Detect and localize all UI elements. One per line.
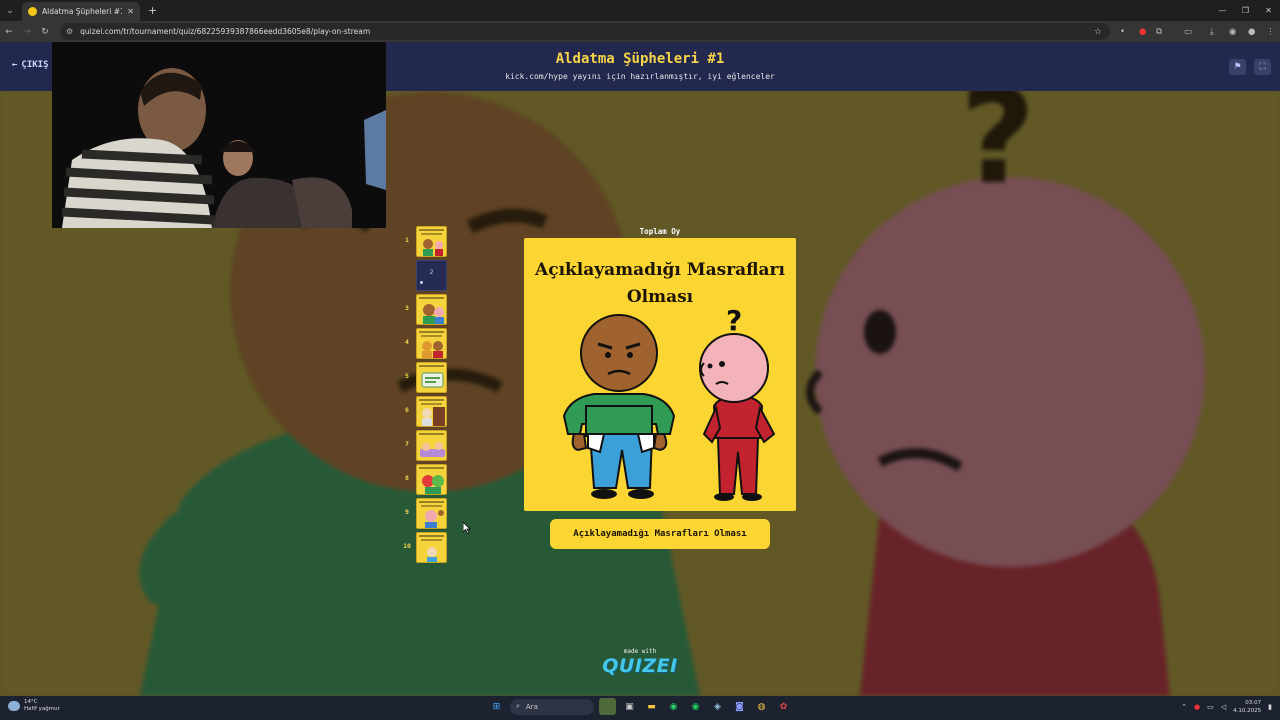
taskbar-search[interactable]: ⌕ Ara [510, 698, 594, 715]
answer-option-button[interactable]: Açıklayamadığı Masrafları Olması [550, 519, 770, 549]
webcam-overlay [52, 42, 386, 228]
network-icon[interactable]: ▭ [1207, 703, 1214, 711]
rank-number: 8 [405, 474, 409, 482]
rank-thumbnail [416, 532, 447, 563]
spotify-icon[interactable]: ◉ [687, 698, 704, 715]
whatsapp-icon[interactable]: ◉ [665, 698, 682, 715]
menu-dots-icon[interactable]: ⋮ [1266, 21, 1275, 42]
site-info-icon[interactable]: ⚙ [66, 27, 73, 36]
dot-icon [420, 281, 423, 284]
rank-item-3[interactable]: 3 [400, 294, 450, 325]
widgets-icon[interactable] [599, 698, 616, 715]
rain-cloud-icon [8, 701, 20, 711]
made-with-label: made with [623, 648, 657, 655]
rank-item-6[interactable]: 6 [400, 396, 450, 427]
current-option-card[interactable]: Açıklayamadığı Masrafları Olması ? [524, 238, 796, 511]
rank-thumbnail [416, 328, 447, 359]
browser-tab[interactable]: Aldatma Şüpheleri #1 - Quizei ✕ [22, 2, 140, 21]
extension-dot-icon[interactable]: • [1120, 21, 1125, 42]
steam-icon[interactable]: ◈ [709, 698, 726, 715]
rank-thumbnail [416, 396, 447, 427]
rank-number: 5 [405, 372, 409, 380]
tray-chevron-icon[interactable]: ⌃ [1181, 703, 1187, 711]
total-votes-label: Toplam Oy [639, 227, 681, 236]
cast-icon[interactable]: ▭ [1184, 21, 1192, 42]
forward-arrow-icon[interactable]: → [18, 21, 36, 42]
new-tab-icon[interactable]: + [148, 4, 157, 17]
rank-thumbnail-empty: 2 [416, 260, 447, 291]
card-illustration: ? [562, 304, 776, 501]
clock-time: 03:07 [1245, 700, 1262, 706]
rank-number: 6 [405, 406, 409, 414]
reload-icon[interactable]: ↻ [36, 21, 54, 42]
close-tab-icon[interactable]: ✕ [127, 7, 134, 16]
url-text: quizei.com/tr/tournament/quiz/6822593938… [80, 27, 371, 36]
profile-icon[interactable]: ◉ [1229, 21, 1236, 42]
clock-date: 4.10.2025 [1233, 708, 1262, 714]
fullscreen-icon[interactable]: ⛶ [1254, 59, 1271, 75]
rank-thumbnail [416, 362, 447, 393]
rank-thumbnail [416, 430, 447, 461]
maximize-icon[interactable]: ❐ [1234, 0, 1257, 21]
quizei-logo[interactable]: QUIZEI [600, 655, 680, 677]
weather-desc: Hafif yağmur [24, 706, 60, 712]
rank-number: 10 [403, 542, 411, 550]
rank-number: 4 [405, 338, 409, 346]
bookmark-star-icon[interactable]: ☆ [1094, 27, 1102, 37]
rank-number: 2 [429, 269, 434, 276]
rank-thumbnail [416, 498, 447, 529]
weather-temp: 14°C [24, 699, 38, 705]
extensions-puzzle-icon[interactable]: ⧉ [1156, 21, 1162, 42]
weather-widget[interactable]: 14°C Hafif yağmur [8, 699, 60, 713]
microphone-icon[interactable]: ● [1194, 703, 1200, 711]
close-window-icon[interactable]: ✕ [1257, 0, 1280, 21]
record-extension-icon[interactable]: ● [1139, 21, 1146, 42]
address-bar[interactable]: ⚙ quizei.com/tr/tournament/quiz/68225939… [60, 23, 1110, 40]
rank-item-4[interactable]: 4 [400, 328, 450, 359]
rank-number: 3 [405, 304, 409, 312]
browser-tab-bar: ⌄ Aldatma Şüpheleri #1 - Quizei ✕ + — ❐ … [0, 0, 1280, 21]
quizei-favicon-icon [28, 7, 37, 16]
tab-search-icon[interactable]: ⌄ [0, 0, 20, 21]
downloads-icon[interactable]: ⤓ [1210, 21, 1214, 42]
rank-item-1[interactable]: 1 [400, 226, 450, 257]
rank-item-8[interactable]: 8 [400, 464, 450, 495]
taskbar-clock[interactable]: 03:07 4.10.2025 [1233, 699, 1261, 715]
file-explorer-icon[interactable]: ▬ [643, 698, 660, 715]
search-label: Ara [525, 702, 538, 711]
discord-icon[interactable]: ◙ [731, 698, 748, 715]
rank-number: 9 [405, 508, 409, 516]
windows-start-icon[interactable]: ⊞ [488, 698, 505, 715]
mouse-cursor-icon [463, 522, 471, 534]
rank-thumbnail [416, 464, 447, 495]
notification-icon[interactable]: ▮ [1268, 703, 1272, 711]
search-icon: ⌕ [516, 702, 520, 710]
webcam-video-image [52, 42, 386, 228]
profile-avatar[interactable]: ● [1248, 21, 1255, 42]
rank-item-2[interactable]: 2 2 [400, 260, 450, 291]
svg-text:?: ? [726, 304, 742, 337]
back-arrow-icon[interactable]: ← [0, 21, 18, 42]
rank-thumbnail [416, 294, 447, 325]
rank-item-7[interactable]: 7 [400, 430, 450, 461]
tab-title: Aldatma Şüpheleri #1 - Quizei [42, 7, 122, 16]
task-view-icon[interactable]: ▣ [621, 698, 638, 715]
rank-number: 1 [405, 236, 409, 244]
app-icon[interactable]: ✿ [775, 698, 792, 715]
quiz-page: ? ← ÇIKIŞ Aldatma Şüpheleri #1 kick.com/… [0, 42, 1280, 696]
volume-icon[interactable]: ◁ [1221, 703, 1226, 711]
rank-thumbnail [416, 226, 447, 257]
rank-item-9[interactable]: 9 [400, 498, 450, 529]
windows-taskbar: 14°C Hafif yağmur ⊞ ⌕ Ara ▣ ▬ ◉ ◉ ◈ ◙ ◍ … [0, 696, 1280, 720]
rank-number: 7 [405, 440, 409, 448]
browser-toolbar: ← → ↻ ⚙ quizei.com/tr/tournament/quiz/68… [0, 21, 1280, 42]
rank-item-5[interactable]: 5 [400, 362, 450, 393]
chrome-icon[interactable]: ◍ [753, 698, 770, 715]
minimize-icon[interactable]: — [1211, 0, 1234, 21]
rank-item-10[interactable]: 10 [400, 532, 450, 563]
flag-report-icon[interactable]: ⚑ [1229, 59, 1246, 75]
